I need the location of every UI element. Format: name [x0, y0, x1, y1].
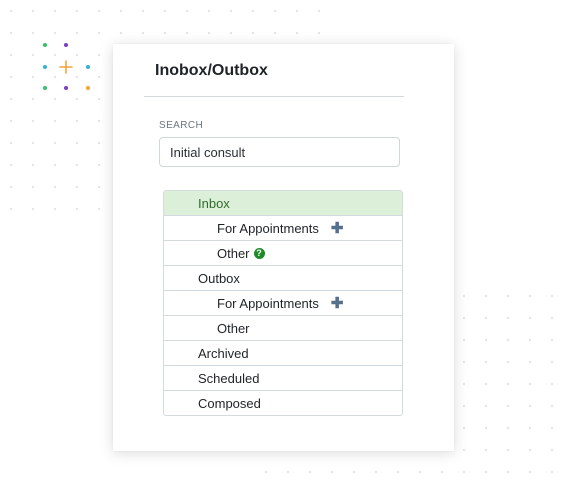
tree-item-archived[interactable]: Archived [164, 340, 402, 365]
tree-item-label: For Appointments [217, 220, 319, 236]
search-input[interactable] [159, 137, 400, 167]
tree-item-label: Composed [198, 395, 261, 411]
panel-title: Inobox/Outbox [155, 62, 268, 79]
folder-tree: Inbox For Appointments ✚ Other ? Outbox … [163, 190, 403, 416]
search-label: SEARCH [159, 120, 204, 131]
tree-item-label: Other [217, 245, 250, 261]
tree-item-label: For Appointments [217, 295, 319, 311]
tree-item-scheduled[interactable]: Scheduled [164, 365, 402, 390]
title-divider [144, 96, 404, 97]
tree-item-label: Inbox [198, 195, 230, 211]
plus-icon[interactable]: ✚ [331, 296, 344, 311]
tree-item-inbox[interactable]: Inbox [164, 191, 402, 215]
tree-item-inbox-other[interactable]: Other ? [164, 240, 402, 265]
tree-item-label: Archived [198, 345, 249, 361]
plus-icon[interactable]: ✚ [331, 221, 344, 236]
decorative-dot-cluster [43, 43, 90, 90]
tree-item-outbox-other[interactable]: Other [164, 315, 402, 340]
tree-item-inbox-for-appointments[interactable]: For Appointments ✚ [164, 215, 402, 240]
tree-item-label: Outbox [198, 270, 240, 286]
tree-item-label: Other [217, 320, 250, 336]
tree-item-outbox[interactable]: Outbox [164, 265, 402, 290]
tree-item-label: Scheduled [198, 370, 260, 386]
inbox-outbox-panel: Inobox/Outbox SEARCH Inbox For Appointme… [113, 44, 454, 451]
tree-item-outbox-for-appointments[interactable]: For Appointments ✚ [164, 290, 402, 315]
tree-item-composed[interactable]: Composed [164, 390, 402, 415]
help-icon[interactable]: ? [253, 247, 265, 259]
